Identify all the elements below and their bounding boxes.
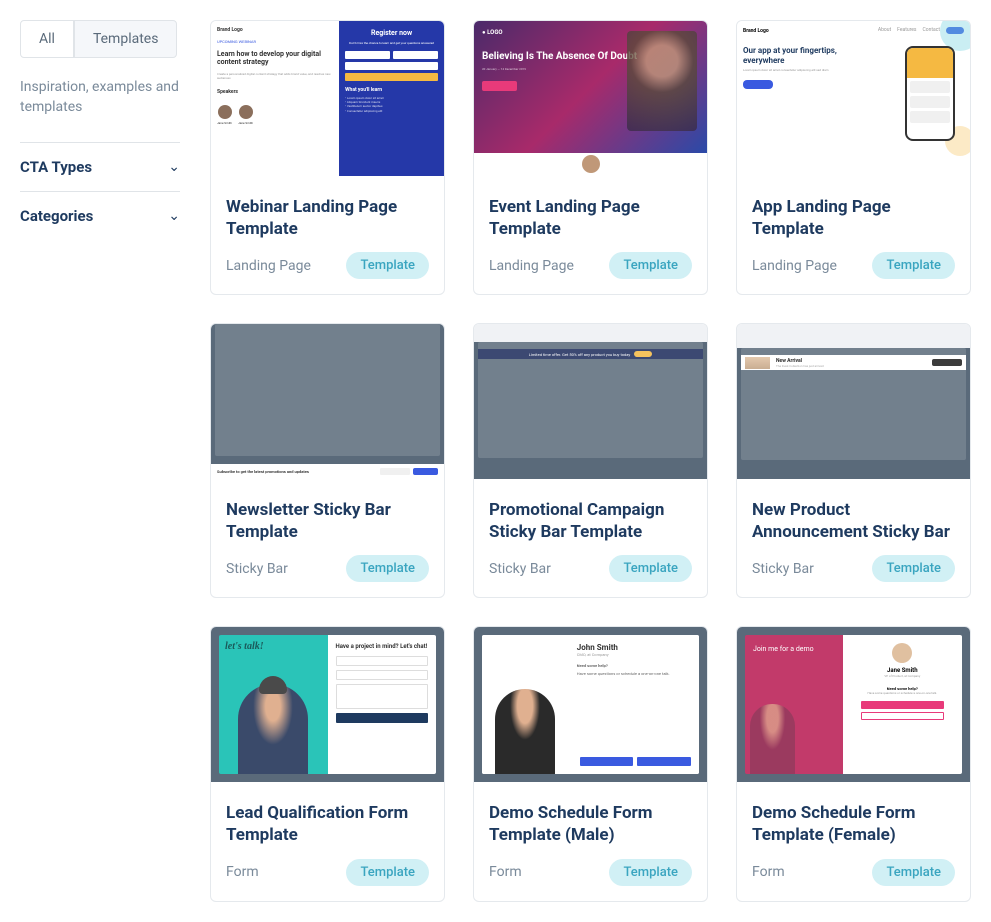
card-preview: let's talk! Have a project in mind? Let'… bbox=[211, 627, 444, 782]
template-badge: Template bbox=[609, 252, 692, 279]
card-category: Sticky Bar bbox=[226, 561, 288, 577]
preview-register: Register now bbox=[345, 29, 438, 37]
chevron-down-icon: ⌄ bbox=[168, 159, 180, 175]
card-category: Form bbox=[489, 864, 522, 880]
template-card[interactable]: New Arrival The Dusk Collection has just… bbox=[736, 323, 971, 598]
filter-label: Categories bbox=[20, 207, 93, 225]
preview-brand: Brand Logo bbox=[743, 28, 769, 34]
template-badge: Template bbox=[346, 252, 429, 279]
template-card[interactable]: John Smith CMO, at Company Need some hel… bbox=[473, 626, 708, 901]
preview-headline: Learn how to develop your digital conten… bbox=[217, 50, 333, 67]
preview-bar-text: Subscribe to get the latest promotions a… bbox=[217, 469, 309, 474]
speakers-label: Speakers bbox=[217, 89, 333, 95]
tab-group: All Templates bbox=[20, 20, 180, 58]
card-title: Lead Qualification Form Template bbox=[226, 802, 429, 846]
template-grid: Brand Logo UPCOMING WEBINAR Learn how to… bbox=[210, 20, 971, 902]
card-preview: New Arrival The Dusk Collection has just… bbox=[737, 324, 970, 479]
card-preview: Brand Logo UPCOMING WEBINAR Learn how to… bbox=[211, 21, 444, 176]
template-badge: Template bbox=[346, 859, 429, 886]
template-card[interactable]: Subscribe to get the latest promotions a… bbox=[210, 323, 445, 598]
tab-all[interactable]: All bbox=[20, 20, 74, 58]
card-preview: Join me for a demo Jane Smith VP of Prod… bbox=[737, 627, 970, 782]
card-category: Landing Page bbox=[752, 258, 837, 274]
card-preview: Subscribe to get the latest promotions a… bbox=[211, 324, 444, 479]
card-preview: Limited time offer. Get 50% off any prod… bbox=[474, 324, 707, 479]
card-category: Sticky Bar bbox=[752, 561, 814, 577]
template-badge: Template bbox=[609, 555, 692, 582]
card-category: Landing Page bbox=[226, 258, 311, 274]
card-title: Newsletter Sticky Bar Template bbox=[226, 499, 429, 543]
preview-name: Jane Smith bbox=[851, 667, 954, 674]
chevron-down-icon: ⌄ bbox=[168, 208, 180, 224]
template-badge: Template bbox=[609, 859, 692, 886]
card-title: Promotional Campaign Sticky Bar Template bbox=[489, 499, 692, 543]
card-category: Form bbox=[752, 864, 785, 880]
preview-headline: Join me for a demo bbox=[753, 645, 835, 653]
template-card[interactable]: Brand Logo About Features Contact Our ap… bbox=[736, 20, 971, 295]
card-title: New Product Announcement Sticky Bar bbox=[752, 499, 955, 543]
filter-categories[interactable]: Categories ⌄ bbox=[20, 191, 180, 240]
template-card[interactable]: let's talk! Have a project in mind? Let'… bbox=[210, 626, 445, 901]
sidebar: All Templates Inspiration, examples and … bbox=[20, 20, 180, 902]
template-card[interactable]: Limited time offer. Get 50% off any prod… bbox=[473, 323, 708, 598]
preview-talk: let's talk! bbox=[225, 641, 322, 652]
template-badge: Template bbox=[346, 555, 429, 582]
template-card[interactable]: Join me for a demo Jane Smith VP of Prod… bbox=[736, 626, 971, 901]
preview-headline: Our app at your fingertips, everywhere bbox=[743, 46, 854, 65]
template-card[interactable]: ● LOGO Believing Is The Absence Of Doubt… bbox=[473, 20, 708, 295]
template-badge: Template bbox=[872, 859, 955, 886]
preview-tagline: UPCOMING WEBINAR bbox=[217, 39, 333, 44]
preview-brand: Brand Logo bbox=[217, 27, 333, 33]
card-title: App Landing Page Template bbox=[752, 196, 955, 240]
card-title: Demo Schedule Form Template (Female) bbox=[752, 802, 955, 846]
card-category: Sticky Bar bbox=[489, 561, 551, 577]
card-preview: John Smith CMO, at Company Need some hel… bbox=[474, 627, 707, 782]
tab-templates[interactable]: Templates bbox=[74, 20, 178, 58]
template-badge: Template bbox=[872, 555, 955, 582]
card-title: Event Landing Page Template bbox=[489, 196, 692, 240]
card-title: Demo Schedule Form Template (Male) bbox=[489, 802, 692, 846]
card-category: Form bbox=[226, 864, 259, 880]
card-category: Landing Page bbox=[489, 258, 574, 274]
filter-label: CTA Types bbox=[20, 158, 92, 176]
card-title: Webinar Landing Page Template bbox=[226, 196, 429, 240]
card-preview: ● LOGO Believing Is The Absence Of Doubt… bbox=[474, 21, 707, 176]
preview-form-head: Have a project in mind? Let's chat! bbox=[336, 643, 429, 650]
card-preview: Brand Logo About Features Contact Our ap… bbox=[737, 21, 970, 176]
preview-name: John Smith bbox=[577, 643, 691, 652]
sidebar-description: Inspiration, examples and templates bbox=[20, 78, 180, 117]
filter-cta-types[interactable]: CTA Types ⌄ bbox=[20, 142, 180, 191]
template-card[interactable]: Brand Logo UPCOMING WEBINAR Learn how to… bbox=[210, 20, 445, 295]
template-badge: Template bbox=[872, 252, 955, 279]
